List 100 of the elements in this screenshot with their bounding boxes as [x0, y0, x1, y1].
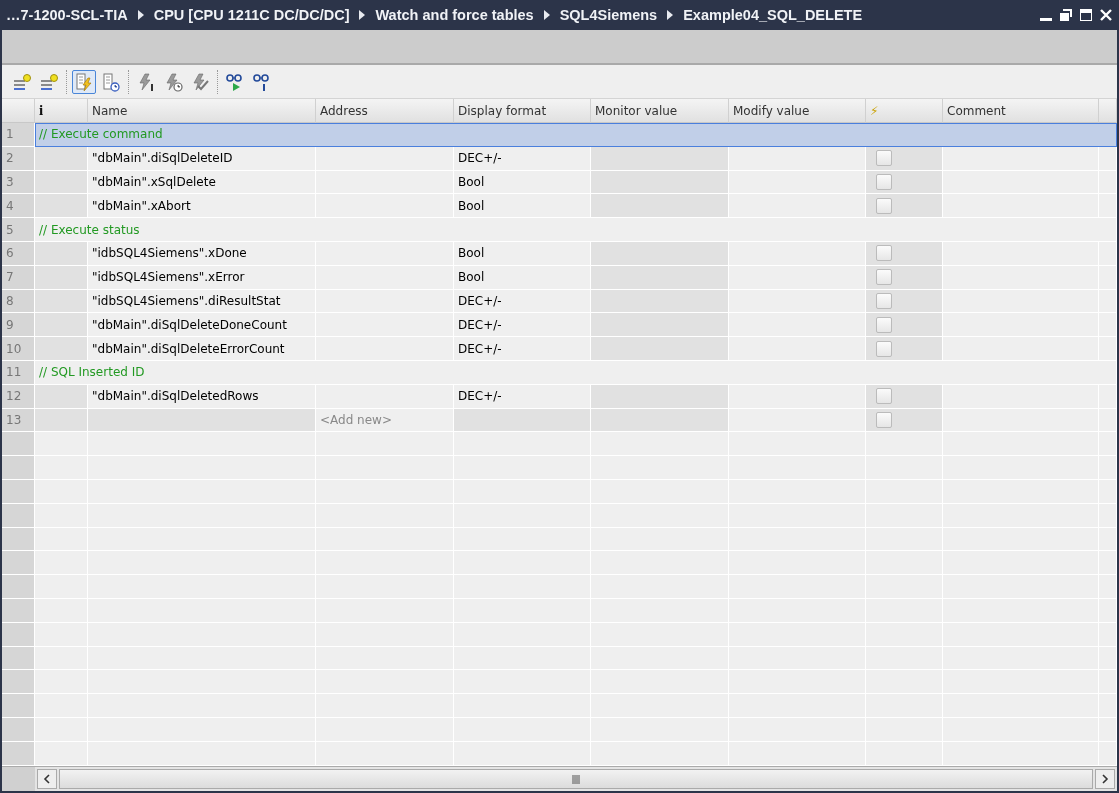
row-number: 2: [2, 146, 35, 171]
force-checkbox[interactable]: [876, 411, 892, 428]
close-icon[interactable]: [1099, 8, 1113, 22]
table-cell: [1099, 741, 1117, 766]
table-cell: [1099, 575, 1117, 599]
row-number: [2, 551, 35, 576]
table-cell: [1099, 717, 1117, 742]
table-cell: [2, 767, 35, 791]
list-star-icon: [12, 71, 32, 92]
lightning-clock-icon: [163, 71, 183, 92]
row-number: 12: [2, 384, 35, 409]
table-cell: [35, 741, 88, 766]
table-cell: [35, 598, 88, 623]
force-checkbox[interactable]: [876, 150, 892, 167]
table-cell: [35, 622, 88, 647]
row-number: 3: [2, 170, 35, 195]
scroll-left-icon[interactable]: [43, 774, 51, 784]
name-cell: "dbMain".xSqlDelete: [88, 170, 316, 195]
row-number: 4: [2, 194, 35, 219]
breadcrumb-item[interactable]: …7-1200-SCL-TIA: [6, 7, 128, 23]
name-cell: "idbSQL4Siemens".xDone: [88, 242, 316, 266]
row-number: [2, 432, 35, 457]
table-cell: [1099, 503, 1117, 528]
table-cell: [1099, 289, 1117, 314]
row-number: [2, 717, 35, 742]
force-checkbox[interactable]: [876, 292, 892, 309]
force-checkbox[interactable]: [876, 197, 892, 214]
glasses-play-icon: [225, 71, 245, 92]
row-number: [2, 479, 35, 504]
row-number: [2, 694, 35, 718]
row-number: [2, 646, 35, 671]
force-checkbox[interactable]: [876, 340, 892, 357]
row-number: [2, 741, 35, 766]
table-cell: [35, 717, 88, 742]
lightning-check-icon: [190, 71, 210, 92]
row-number: [2, 575, 35, 599]
name-cell: "dbMain".diSqlDeleteID: [88, 146, 316, 171]
chevron-icon: [667, 10, 674, 20]
table-cell: [1099, 384, 1117, 409]
name-cell: "dbMain".diSqlDeletedRows: [88, 384, 316, 409]
table-cell: [1099, 598, 1117, 623]
table-cell: [35, 575, 88, 599]
breadcrumb-item[interactable]: CPU [CPU 1211C DC/DC/DC]: [153, 7, 350, 23]
table-cell: [1099, 479, 1117, 504]
list-star-icon: [39, 71, 59, 92]
breadcrumb-item[interactable]: SQL4Siemens: [559, 7, 658, 23]
row-number: 13: [2, 408, 35, 433]
table-cell: [1099, 242, 1117, 266]
force-checkbox[interactable]: [876, 388, 892, 405]
chevron-icon: [137, 10, 144, 20]
breadcrumb-item[interactable]: Example04_SQL_DELETE: [683, 7, 863, 23]
lightning-bar-icon: [136, 71, 156, 92]
row-number: 11: [2, 360, 35, 385]
maximize-icon[interactable]: [1079, 8, 1093, 22]
row-number: [2, 670, 35, 695]
row-number: 1: [2, 123, 35, 147]
table-cell: [35, 503, 88, 528]
table-cell: [35, 670, 88, 695]
breadcrumb-item[interactable]: Watch and force tables: [375, 7, 534, 23]
force-checkbox[interactable]: [876, 174, 892, 190]
name-cell: "dbMain".diSqlDeleteDoneCount: [88, 313, 316, 338]
list-lightning-icon: [74, 71, 94, 92]
table-cell: [1099, 551, 1117, 576]
row-number: 7: [2, 265, 35, 290]
table-cell: [1099, 646, 1117, 671]
force-checkbox[interactable]: [876, 245, 892, 262]
name-cell: "dbMain".diSqlDeleteErrorCount: [88, 337, 316, 361]
force-checkbox[interactable]: [876, 269, 892, 286]
table-cell: [1099, 265, 1117, 290]
scroll-right-icon[interactable]: [1101, 774, 1109, 784]
chevron-icon: [543, 10, 550, 20]
horizontal-scrollbar[interactable]: [35, 767, 1117, 791]
table-cell: [1099, 408, 1117, 433]
table-cell: [1099, 622, 1117, 647]
table-cell: [35, 479, 88, 504]
table-cell: [1099, 313, 1117, 338]
list-clock-icon: [101, 71, 121, 92]
table-cell: [1099, 432, 1117, 457]
name-cell: "idbSQL4Siemens".diResultStat: [88, 289, 316, 314]
restore-icon[interactable]: [1059, 8, 1073, 22]
row-number: 8: [2, 289, 35, 314]
row-number: [2, 527, 35, 552]
table-cell: [35, 432, 88, 457]
row-number: [2, 598, 35, 623]
force-checkbox[interactable]: [876, 316, 892, 333]
row-number: [2, 456, 35, 480]
name-cell: "dbMain".xAbort: [88, 194, 316, 219]
name-cell: "idbSQL4Siemens".xError: [88, 265, 316, 290]
row-number: [2, 503, 35, 528]
scroll-thumb[interactable]: [59, 769, 1093, 789]
chevron-icon: [359, 10, 366, 20]
table-cell: [35, 551, 88, 576]
row-number: 5: [2, 218, 35, 242]
row-number: 6: [2, 242, 35, 266]
table-cell: [1099, 527, 1117, 552]
row-number: 9: [2, 313, 35, 338]
table-cell: [35, 527, 88, 552]
table-cell: [1099, 146, 1117, 171]
table-cell: [1099, 337, 1117, 361]
table-cell: [1099, 694, 1117, 718]
